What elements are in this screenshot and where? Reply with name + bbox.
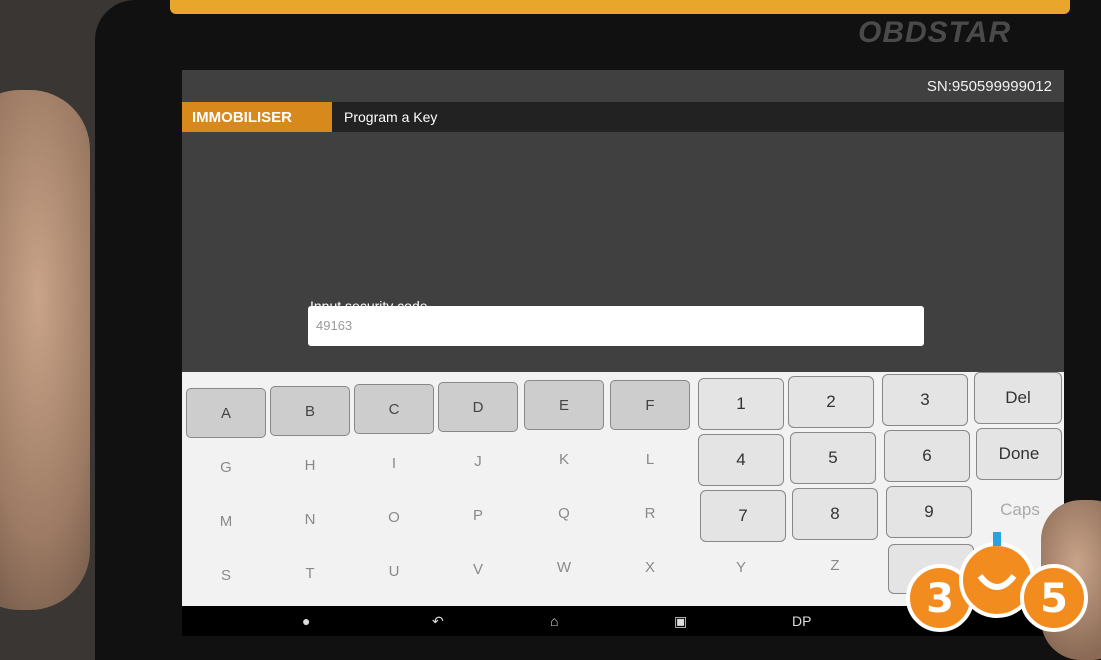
key-i[interactable]: I <box>354 438 434 488</box>
key-h[interactable]: H <box>270 440 350 490</box>
key-4[interactable]: 4 <box>698 434 784 486</box>
security-code-input[interactable]: 49163 <box>308 306 924 346</box>
key-5[interactable]: 5 <box>790 432 876 484</box>
header-bar: IMMOBILISER Program a Key <box>182 102 1064 132</box>
key-g[interactable]: G <box>186 442 266 492</box>
key-t[interactable]: T <box>270 548 350 598</box>
page-title: Program a Key <box>344 109 438 125</box>
key-1[interactable]: 1 <box>698 378 784 430</box>
key-6[interactable]: 6 <box>884 430 970 482</box>
dp-button[interactable]: DP <box>792 613 811 629</box>
key-c[interactable]: C <box>354 384 434 434</box>
key-3[interactable]: 3 <box>882 374 968 426</box>
watermark-logo: 3 5 <box>906 532 1088 632</box>
recents-icon[interactable]: ▣ <box>674 613 687 630</box>
watermark-digit-5: 5 <box>1040 576 1068 622</box>
module-tab-immobiliser[interactable]: IMMOBILISER <box>182 102 332 132</box>
key-2[interactable]: 2 <box>788 376 874 428</box>
key-v[interactable]: V <box>438 544 518 594</box>
key-w[interactable]: W <box>524 542 604 592</box>
key-8[interactable]: 8 <box>792 488 878 540</box>
key-p[interactable]: P <box>438 490 518 540</box>
key-r[interactable]: R <box>610 488 690 538</box>
key-m[interactable]: M <box>186 496 266 546</box>
key-l[interactable]: L <box>610 434 690 484</box>
key-x[interactable]: X <box>610 542 690 592</box>
hand-left <box>0 90 90 610</box>
key-j[interactable]: J <box>438 436 518 486</box>
key-o[interactable]: O <box>354 492 434 542</box>
key-n[interactable]: N <box>270 494 350 544</box>
watermark-digit-3: 3 <box>926 576 954 622</box>
content-area: Input security code 49163 <box>182 132 1064 380</box>
delete-key[interactable]: Del <box>974 372 1062 424</box>
back-icon[interactable]: ↶ <box>432 613 444 630</box>
home-icon[interactable]: ⌂ <box>550 613 558 629</box>
key-f[interactable]: F <box>610 380 690 430</box>
key-u[interactable]: U <box>354 546 434 596</box>
vci-icon[interactable]: ● <box>302 613 310 629</box>
key-k[interactable]: K <box>524 434 604 484</box>
done-key[interactable]: Done <box>976 428 1062 480</box>
device-brand-logo: OBDSTAR <box>858 16 1012 49</box>
key-e[interactable]: E <box>524 380 604 430</box>
key-s[interactable]: S <box>186 550 266 600</box>
key-a[interactable]: A <box>186 388 266 438</box>
key-q[interactable]: Q <box>524 488 604 538</box>
serial-number: SN:950599999012 <box>926 78 1052 95</box>
key-7[interactable]: 7 <box>700 490 786 542</box>
key-d[interactable]: D <box>438 382 518 432</box>
key-z[interactable]: Z <box>792 540 878 590</box>
device-bezel-accent <box>170 0 1070 14</box>
key-b[interactable]: B <box>270 386 350 436</box>
key-y[interactable]: Y <box>698 542 784 592</box>
